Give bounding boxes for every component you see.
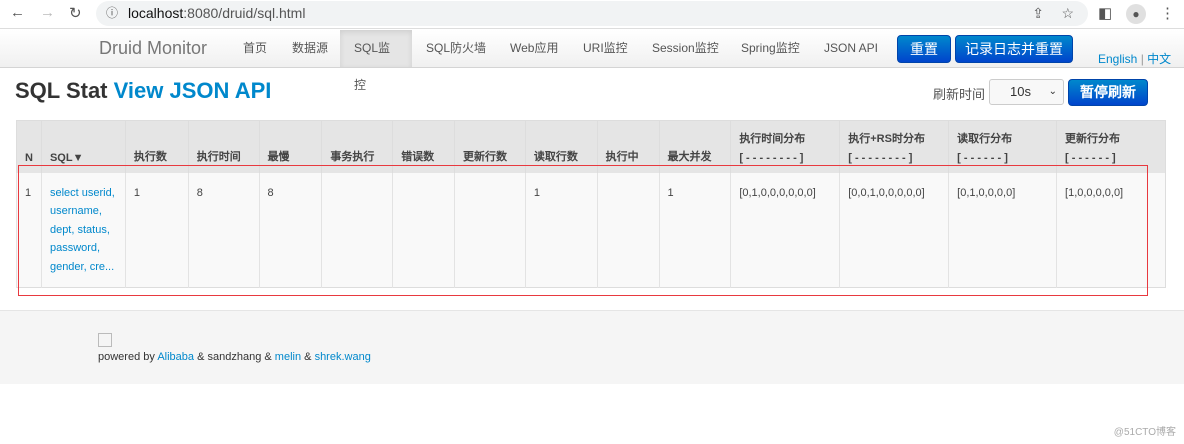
reload-icon[interactable]: ↻ bbox=[69, 4, 82, 22]
language-switch: English | 中文 bbox=[1098, 52, 1172, 66]
info-icon[interactable]: ⓘ bbox=[106, 1, 118, 26]
nav-wall[interactable]: SQL防火墙 bbox=[412, 30, 500, 67]
brand[interactable]: Druid Monitor bbox=[99, 38, 207, 59]
chinese-link[interactable]: 中文 bbox=[1147, 52, 1171, 66]
nav-sql[interactable]: SQL监控 bbox=[340, 30, 412, 92]
page-title: SQL Stat View JSON API bbox=[15, 78, 272, 103]
browser-toolbar: ← → ↻ ⓘ localhost:8080/druid/sql.html ⇪ … bbox=[0, 0, 1184, 29]
chevron-down-icon: ⌄ bbox=[1048, 86, 1057, 97]
address-bar[interactable]: ⓘ localhost:8080/druid/sql.html ⇪ ☆ bbox=[96, 1, 1088, 26]
view-json-api-link[interactable]: View JSON API bbox=[114, 78, 272, 103]
english-link[interactable]: English bbox=[1098, 52, 1137, 66]
back-icon[interactable]: ← bbox=[10, 4, 25, 21]
refresh-label: 刷新时间 bbox=[933, 87, 986, 102]
nav-uri[interactable]: URI监控 bbox=[569, 30, 642, 67]
navbar: Druid Monitor 首页 数据源 SQL监控 SQL防火墙 Web应用 … bbox=[0, 30, 1184, 92]
broken-image-icon bbox=[98, 333, 112, 347]
star-icon[interactable]: ☆ bbox=[1061, 1, 1074, 26]
footer: powered by Alibaba & sandzhang & melin &… bbox=[0, 310, 1184, 384]
melin-link[interactable]: melin bbox=[275, 351, 301, 363]
nav-json-api[interactable]: JSON API bbox=[810, 30, 892, 67]
forward-icon[interactable]: → bbox=[40, 4, 55, 21]
log-and-reset-button[interactable]: 记录日志并重置 bbox=[955, 35, 1073, 63]
share-icon[interactable]: ⇪ bbox=[1032, 1, 1044, 26]
nav-web[interactable]: Web应用 bbox=[496, 30, 572, 67]
side-panel-icon[interactable]: ◧ bbox=[1098, 4, 1112, 22]
refresh-interval-select[interactable]: 10s ⌄ bbox=[989, 79, 1064, 105]
watermark: @51CTO博客 bbox=[1113, 427, 1176, 438]
reset-button[interactable]: 重置 bbox=[897, 35, 951, 63]
nav-spring[interactable]: Spring监控 bbox=[727, 30, 814, 67]
nav-datasource[interactable]: 数据源 bbox=[278, 30, 342, 67]
profile-icon[interactable]: ● bbox=[1126, 4, 1146, 24]
pause-refresh-button[interactable]: 暂停刷新 bbox=[1068, 79, 1148, 106]
highlight-box bbox=[18, 165, 1148, 296]
nav-home[interactable]: 首页 bbox=[229, 30, 281, 67]
nav-session[interactable]: Session监控 bbox=[638, 30, 733, 67]
shrek-link[interactable]: shrek.wang bbox=[315, 351, 371, 363]
menu-icon[interactable]: ⋮ bbox=[1160, 4, 1175, 22]
alibaba-link[interactable]: Alibaba bbox=[157, 351, 194, 363]
